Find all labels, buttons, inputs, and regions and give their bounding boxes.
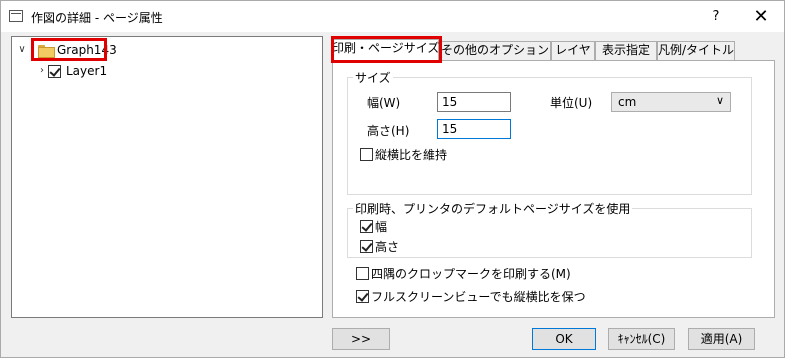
fullscreen-ratio-label: フルスクリーンビューでも縦横比を保つ	[371, 290, 586, 304]
window-title: 作図の詳細 - ページ属性	[31, 11, 163, 25]
cancel-button[interactable]: ｷｬﾝｾﾙ(C)	[608, 328, 675, 350]
expand-button[interactable]: >>	[332, 328, 390, 350]
tree-node-layer[interactable]: › Layer1	[36, 62, 107, 80]
printer-width-label: 幅	[375, 220, 388, 234]
keep-ratio-label: 縦横比を維持	[375, 148, 448, 162]
tab-layer[interactable]: レイヤ	[551, 41, 595, 60]
tab-legend-title[interactable]: 凡例/タイトル	[657, 41, 735, 60]
height-input[interactable]: 15	[437, 119, 511, 139]
unit-select[interactable]: cm ∨	[611, 92, 731, 112]
fullscreen-ratio-checkbox-box[interactable]	[356, 290, 369, 303]
printer-height-label: 高さ	[375, 240, 400, 254]
size-group-title: サイズ	[353, 69, 393, 86]
title-bar: 作図の詳細 - ページ属性 ? ✕	[1, 1, 784, 32]
tab-other-options[interactable]: その他のオプション	[439, 41, 551, 60]
width-label: 幅(W)	[367, 96, 401, 110]
crop-marks-checkbox-box[interactable]	[356, 267, 369, 280]
help-button[interactable]: ?	[701, 1, 731, 32]
keep-ratio-checkbox-box[interactable]	[360, 148, 373, 161]
layer-checkbox[interactable]	[48, 64, 61, 78]
chevron-right-icon[interactable]: ›	[36, 65, 48, 77]
fullscreen-ratio-checkbox[interactable]: フルスクリーンビューでも縦横比を保つ	[356, 288, 586, 305]
tree-node-layer-label: Layer1	[66, 64, 108, 78]
chevron-down-icon: ∨	[715, 94, 724, 107]
highlight-box-graph	[31, 38, 107, 61]
printer-width-checkbox-box[interactable]	[360, 220, 373, 233]
crop-marks-label: 四隅のクロップマークを印刷する(M)	[371, 267, 571, 281]
apply-button[interactable]: 適用(A)	[688, 328, 755, 350]
page-properties-dialog: 作図の詳細 - ページ属性 ? ✕ ∨ Graph143 › Layer1 印刷…	[0, 0, 785, 358]
window-icon	[9, 10, 23, 22]
crop-marks-checkbox[interactable]: 四隅のクロップマークを印刷する(M)	[356, 265, 571, 282]
ok-button[interactable]: OK	[532, 328, 596, 350]
printer-height-checkbox-box[interactable]	[360, 240, 373, 253]
height-label: 高さ(H)	[367, 124, 410, 138]
chevron-down-icon[interactable]: ∨	[16, 44, 28, 56]
printer-width-checkbox[interactable]: 幅	[360, 218, 387, 235]
highlight-box-tab	[331, 36, 442, 63]
printer-height-checkbox[interactable]: 高さ	[360, 238, 399, 255]
tab-display[interactable]: 表示指定	[595, 41, 657, 60]
object-tree[interactable]: ∨ Graph143 › Layer1	[11, 36, 323, 318]
printer-size-group-title: 印刷時、プリンタのデフォルトページサイズを使用	[353, 200, 633, 217]
keep-ratio-checkbox[interactable]: 縦横比を維持	[360, 146, 447, 163]
unit-label: 単位(U)	[550, 96, 593, 110]
width-input[interactable]: 15	[437, 92, 511, 112]
tab-panel: サイズ 幅(W) 15 単位(U) cm ∨ 高さ(H) 15 縦横比を維持 印…	[332, 60, 775, 318]
unit-select-value: cm	[618, 95, 637, 109]
close-button[interactable]: ✕	[741, 1, 781, 32]
